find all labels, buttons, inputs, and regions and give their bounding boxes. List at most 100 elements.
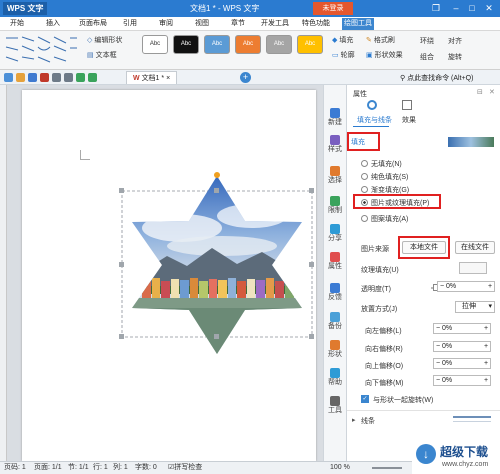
fill-section-header[interactable]: 填充 <box>351 137 365 147</box>
increment-icon[interactable]: + <box>484 342 490 351</box>
decrement-icon[interactable]: − <box>434 360 440 367</box>
edit-shape-button[interactable]: ◇ 编辑形状 <box>87 35 122 46</box>
resize-handle[interactable] <box>309 334 314 339</box>
panel-pin-icon[interactable]: ⊟ <box>477 88 483 96</box>
status-zoom[interactable]: 100 % <box>330 462 350 474</box>
menu-chapter[interactable]: 章节 <box>229 18 247 30</box>
resize-handle[interactable] <box>214 188 219 193</box>
sidebar-item-3[interactable]: 限制 <box>324 194 346 220</box>
sidebar-item-0[interactable]: 新建 <box>324 106 346 132</box>
line-section-header[interactable]: 线条 <box>361 416 375 426</box>
minimize-icon[interactable]: – <box>450 2 462 14</box>
sidebar-item-2[interactable]: 选择 <box>324 164 346 190</box>
offset-down-spinner[interactable]: − 0% + <box>433 375 491 386</box>
resize-handle[interactable] <box>119 262 124 267</box>
menu-developer[interactable]: 开发工具 <box>259 18 291 30</box>
shape-style-orange[interactable]: Abc <box>235 35 261 54</box>
decrement-icon[interactable]: − <box>434 343 440 350</box>
resize-handle[interactable] <box>309 188 314 193</box>
sidebar-item-7[interactable]: 备份 <box>324 310 346 336</box>
offset-left-spinner[interactable]: − 0% + <box>433 323 491 334</box>
expand-icon[interactable]: ▸ <box>352 416 356 424</box>
menu-insert[interactable]: 插入 <box>44 18 62 30</box>
offset-right-spinner[interactable]: − 0% + <box>433 341 491 352</box>
format-brush-button[interactable]: ✎ 格式刷 <box>366 35 395 46</box>
undo-icon[interactable] <box>76 73 85 82</box>
online-file-button[interactable]: 在线文件 <box>455 241 495 254</box>
sidebar-item-4[interactable]: 分享 <box>324 222 346 248</box>
menu-start[interactable]: 开始 <box>8 18 26 30</box>
zoom-slider[interactable] <box>372 467 402 469</box>
menu-drawing-tools[interactable]: 绘图工具 <box>342 18 374 30</box>
radio-picture-fill[interactable] <box>361 199 368 206</box>
command-search[interactable]: ⚲ 点此查找命令 (Alt+Q) <box>400 73 473 83</box>
shape-style-gray[interactable]: Abc <box>266 35 292 54</box>
effect-cube-icon[interactable] <box>402 100 412 110</box>
outline-button[interactable]: ▭ 轮廓 <box>332 50 355 61</box>
increment-icon[interactable]: + <box>488 282 494 291</box>
radio-solid-fill[interactable] <box>361 173 368 180</box>
align-button[interactable]: 对齐 <box>448 36 462 47</box>
radio-no-fill[interactable] <box>361 160 368 167</box>
shape-style-gold[interactable]: Abc <box>297 35 323 54</box>
sidebar-item-6[interactable]: 反馈 <box>324 281 346 307</box>
decrement-icon[interactable]: − <box>434 325 440 332</box>
fill-line-icon[interactable] <box>367 100 377 110</box>
increment-icon[interactable]: + <box>484 359 490 368</box>
restore-icon[interactable]: ❐ <box>430 2 442 14</box>
new-doc-icon[interactable] <box>4 73 13 82</box>
sidebar-item-1[interactable]: 样式 <box>324 133 346 159</box>
transparency-spinner[interactable]: − 0% + <box>437 281 495 292</box>
resize-handle[interactable] <box>119 188 124 193</box>
status-spellcheck[interactable]: ☑拼写检查 <box>168 462 202 474</box>
decrement-icon[interactable]: − <box>434 377 440 384</box>
resize-handle[interactable] <box>214 334 219 339</box>
panel-close-icon[interactable]: ✕ <box>489 88 495 96</box>
offset-up-spinner[interactable]: − 0% + <box>433 358 491 369</box>
print-preview-icon[interactable] <box>64 73 73 82</box>
rotate-button[interactable]: 旋转 <box>448 52 462 63</box>
pdf-icon[interactable] <box>40 73 49 82</box>
textbox-button[interactable]: ▤ 文本框 <box>87 50 117 61</box>
tab-effect[interactable]: 效果 <box>402 115 416 125</box>
save-icon[interactable] <box>28 73 37 82</box>
close-icon[interactable]: ✕ <box>483 2 495 14</box>
placement-select[interactable]: 拉伸 ▾ <box>455 301 495 313</box>
line-shapes-gallery[interactable] <box>4 35 79 65</box>
sidebar-item-5[interactable]: 属性 <box>324 250 346 276</box>
print-icon[interactable] <box>52 73 61 82</box>
tab-document1[interactable]: W 文档1 * × <box>126 71 178 84</box>
sidebar-item-8[interactable]: 形状 <box>324 338 346 364</box>
maximize-icon[interactable]: □ <box>466 2 478 14</box>
open-folder-icon[interactable] <box>16 73 25 82</box>
fill-button[interactable]: ◆ 填充 <box>332 35 353 46</box>
shape-effect-button[interactable]: ▣ 形状效果 <box>366 50 403 61</box>
app-menu-button[interactable]: WPS 文字 <box>3 2 48 15</box>
sidebar-item-9[interactable]: 帮助 <box>324 366 346 392</box>
tab-fill-line[interactable]: 填充与线条 <box>357 115 392 125</box>
tab-close-icon[interactable]: × <box>166 75 170 82</box>
menu-page-layout[interactable]: 页面布局 <box>77 18 109 30</box>
menu-review[interactable]: 审阅 <box>157 18 175 30</box>
wrap-button[interactable]: 环绕 <box>420 36 434 47</box>
star-shape-picture[interactable] <box>112 168 322 360</box>
rotate-with-shape-checkbox[interactable]: ✓ <box>361 395 369 403</box>
increment-icon[interactable]: + <box>484 324 490 333</box>
login-button[interactable]: 未登录 <box>313 2 353 15</box>
resize-handle[interactable] <box>309 262 314 267</box>
increment-icon[interactable]: + <box>484 376 490 385</box>
sidebar-item-10[interactable]: 工具 <box>324 394 346 420</box>
texture-picker[interactable] <box>459 262 487 274</box>
rotate-handle[interactable] <box>214 172 220 178</box>
shape-style-white[interactable]: Abc <box>142 35 168 54</box>
local-file-button[interactable]: 本地文件 <box>402 241 446 254</box>
resize-handle[interactable] <box>119 334 124 339</box>
combine-button[interactable]: 组合 <box>420 52 434 63</box>
menu-features[interactable]: 特色功能 <box>300 18 332 30</box>
shape-style-black[interactable]: Abc <box>173 35 199 54</box>
redo-icon[interactable] <box>88 73 97 82</box>
new-tab-icon[interactable]: + <box>240 72 251 83</box>
radio-gradient-fill[interactable] <box>361 186 368 193</box>
decrement-icon[interactable]: − <box>438 283 444 290</box>
menu-references[interactable]: 引用 <box>121 18 139 30</box>
